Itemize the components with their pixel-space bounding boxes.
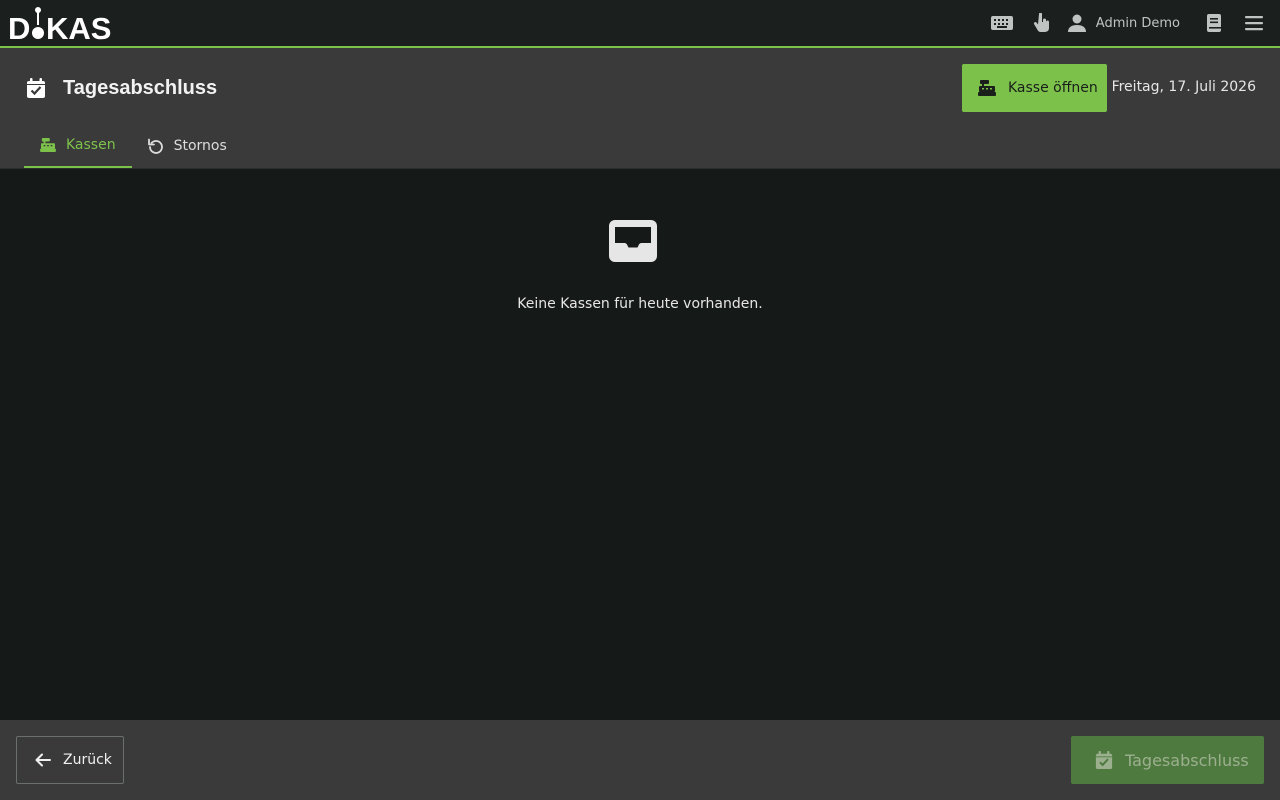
user-menu[interactable]: Admin Demo [1062, 0, 1194, 46]
dikas-logo[interactable]: D KAS [8, 6, 114, 42]
svg-text:D: D [8, 11, 30, 42]
tab-kassen[interactable]: Kassen [24, 124, 132, 168]
calendar-check-icon [1095, 751, 1113, 769]
open-register-label: Kasse öffnen [1008, 80, 1098, 96]
cash-register-icon [40, 138, 56, 152]
tab-label: Kassen [66, 137, 116, 153]
empty-state-message: Keine Kassen für heute vorhanden. [517, 296, 763, 312]
arrow-left-icon [35, 753, 51, 767]
close-day-label: Tagesabschluss [1125, 750, 1249, 770]
tab-bar: Kassen Stornos [24, 124, 243, 168]
keyboard-icon[interactable] [982, 0, 1022, 46]
tab-stornos[interactable]: Stornos [132, 124, 243, 168]
page-title: Tagesabschluss [63, 76, 218, 99]
calendar-check-icon [24, 76, 48, 100]
cash-register-icon [978, 80, 996, 96]
open-register-button[interactable]: Kasse öffnen [962, 64, 1107, 112]
footer-bar: Zurück Tagesabschluss [0, 720, 1280, 800]
close-day-button[interactable]: Tagesabschluss [1071, 736, 1264, 784]
main-content: Keine Kassen für heute vorhanden. [0, 169, 1280, 720]
book-icon[interactable] [1194, 0, 1234, 46]
back-label: Zurück [63, 752, 112, 768]
inbox-icon [609, 220, 657, 262]
tab-label: Stornos [173, 138, 227, 154]
page-header: Tagesabschluss Kasse öffnen Freitag, 17.… [0, 48, 1280, 169]
top-bar: D KAS Admin Demo [0, 0, 1280, 48]
menu-icon[interactable] [1234, 0, 1274, 46]
user-name: Admin Demo [1095, 15, 1180, 31]
svg-text:KAS: KAS [46, 11, 111, 42]
undo-icon [147, 138, 163, 154]
back-button[interactable]: Zurück [16, 736, 124, 784]
current-date: Freitag, 17. Juli 2026 [1111, 79, 1256, 95]
touch-icon[interactable] [1022, 0, 1062, 46]
user-icon [1067, 14, 1086, 32]
title-row: Tagesabschluss [24, 76, 217, 100]
